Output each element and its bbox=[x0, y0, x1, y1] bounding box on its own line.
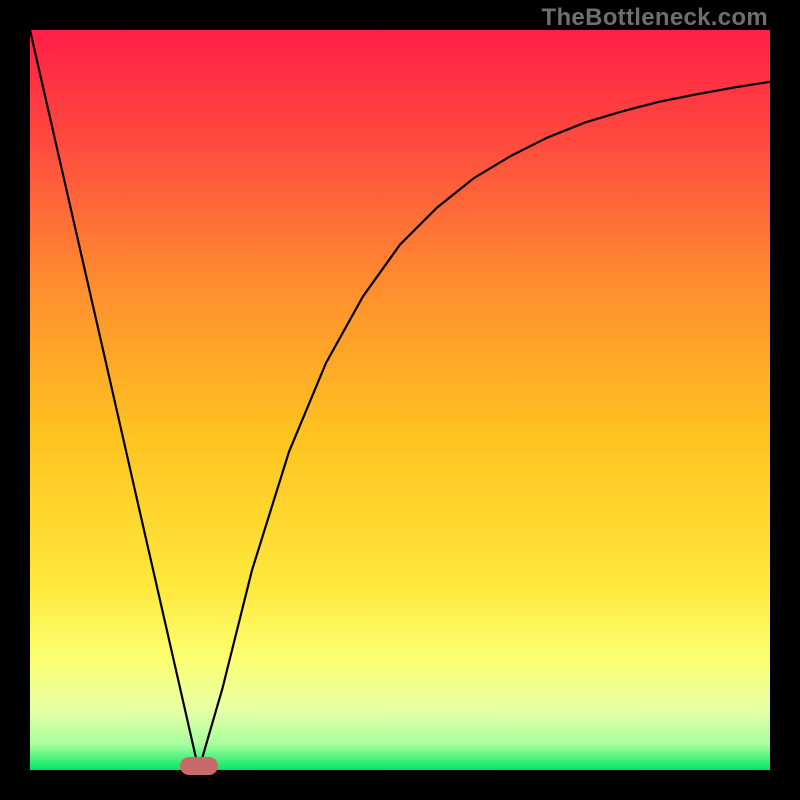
watermark-text: TheBottleneck.com bbox=[542, 4, 768, 32]
chart-background bbox=[30, 30, 770, 770]
minimum-marker bbox=[180, 757, 218, 775]
chart-frame bbox=[30, 30, 770, 770]
chart-svg bbox=[30, 30, 770, 770]
